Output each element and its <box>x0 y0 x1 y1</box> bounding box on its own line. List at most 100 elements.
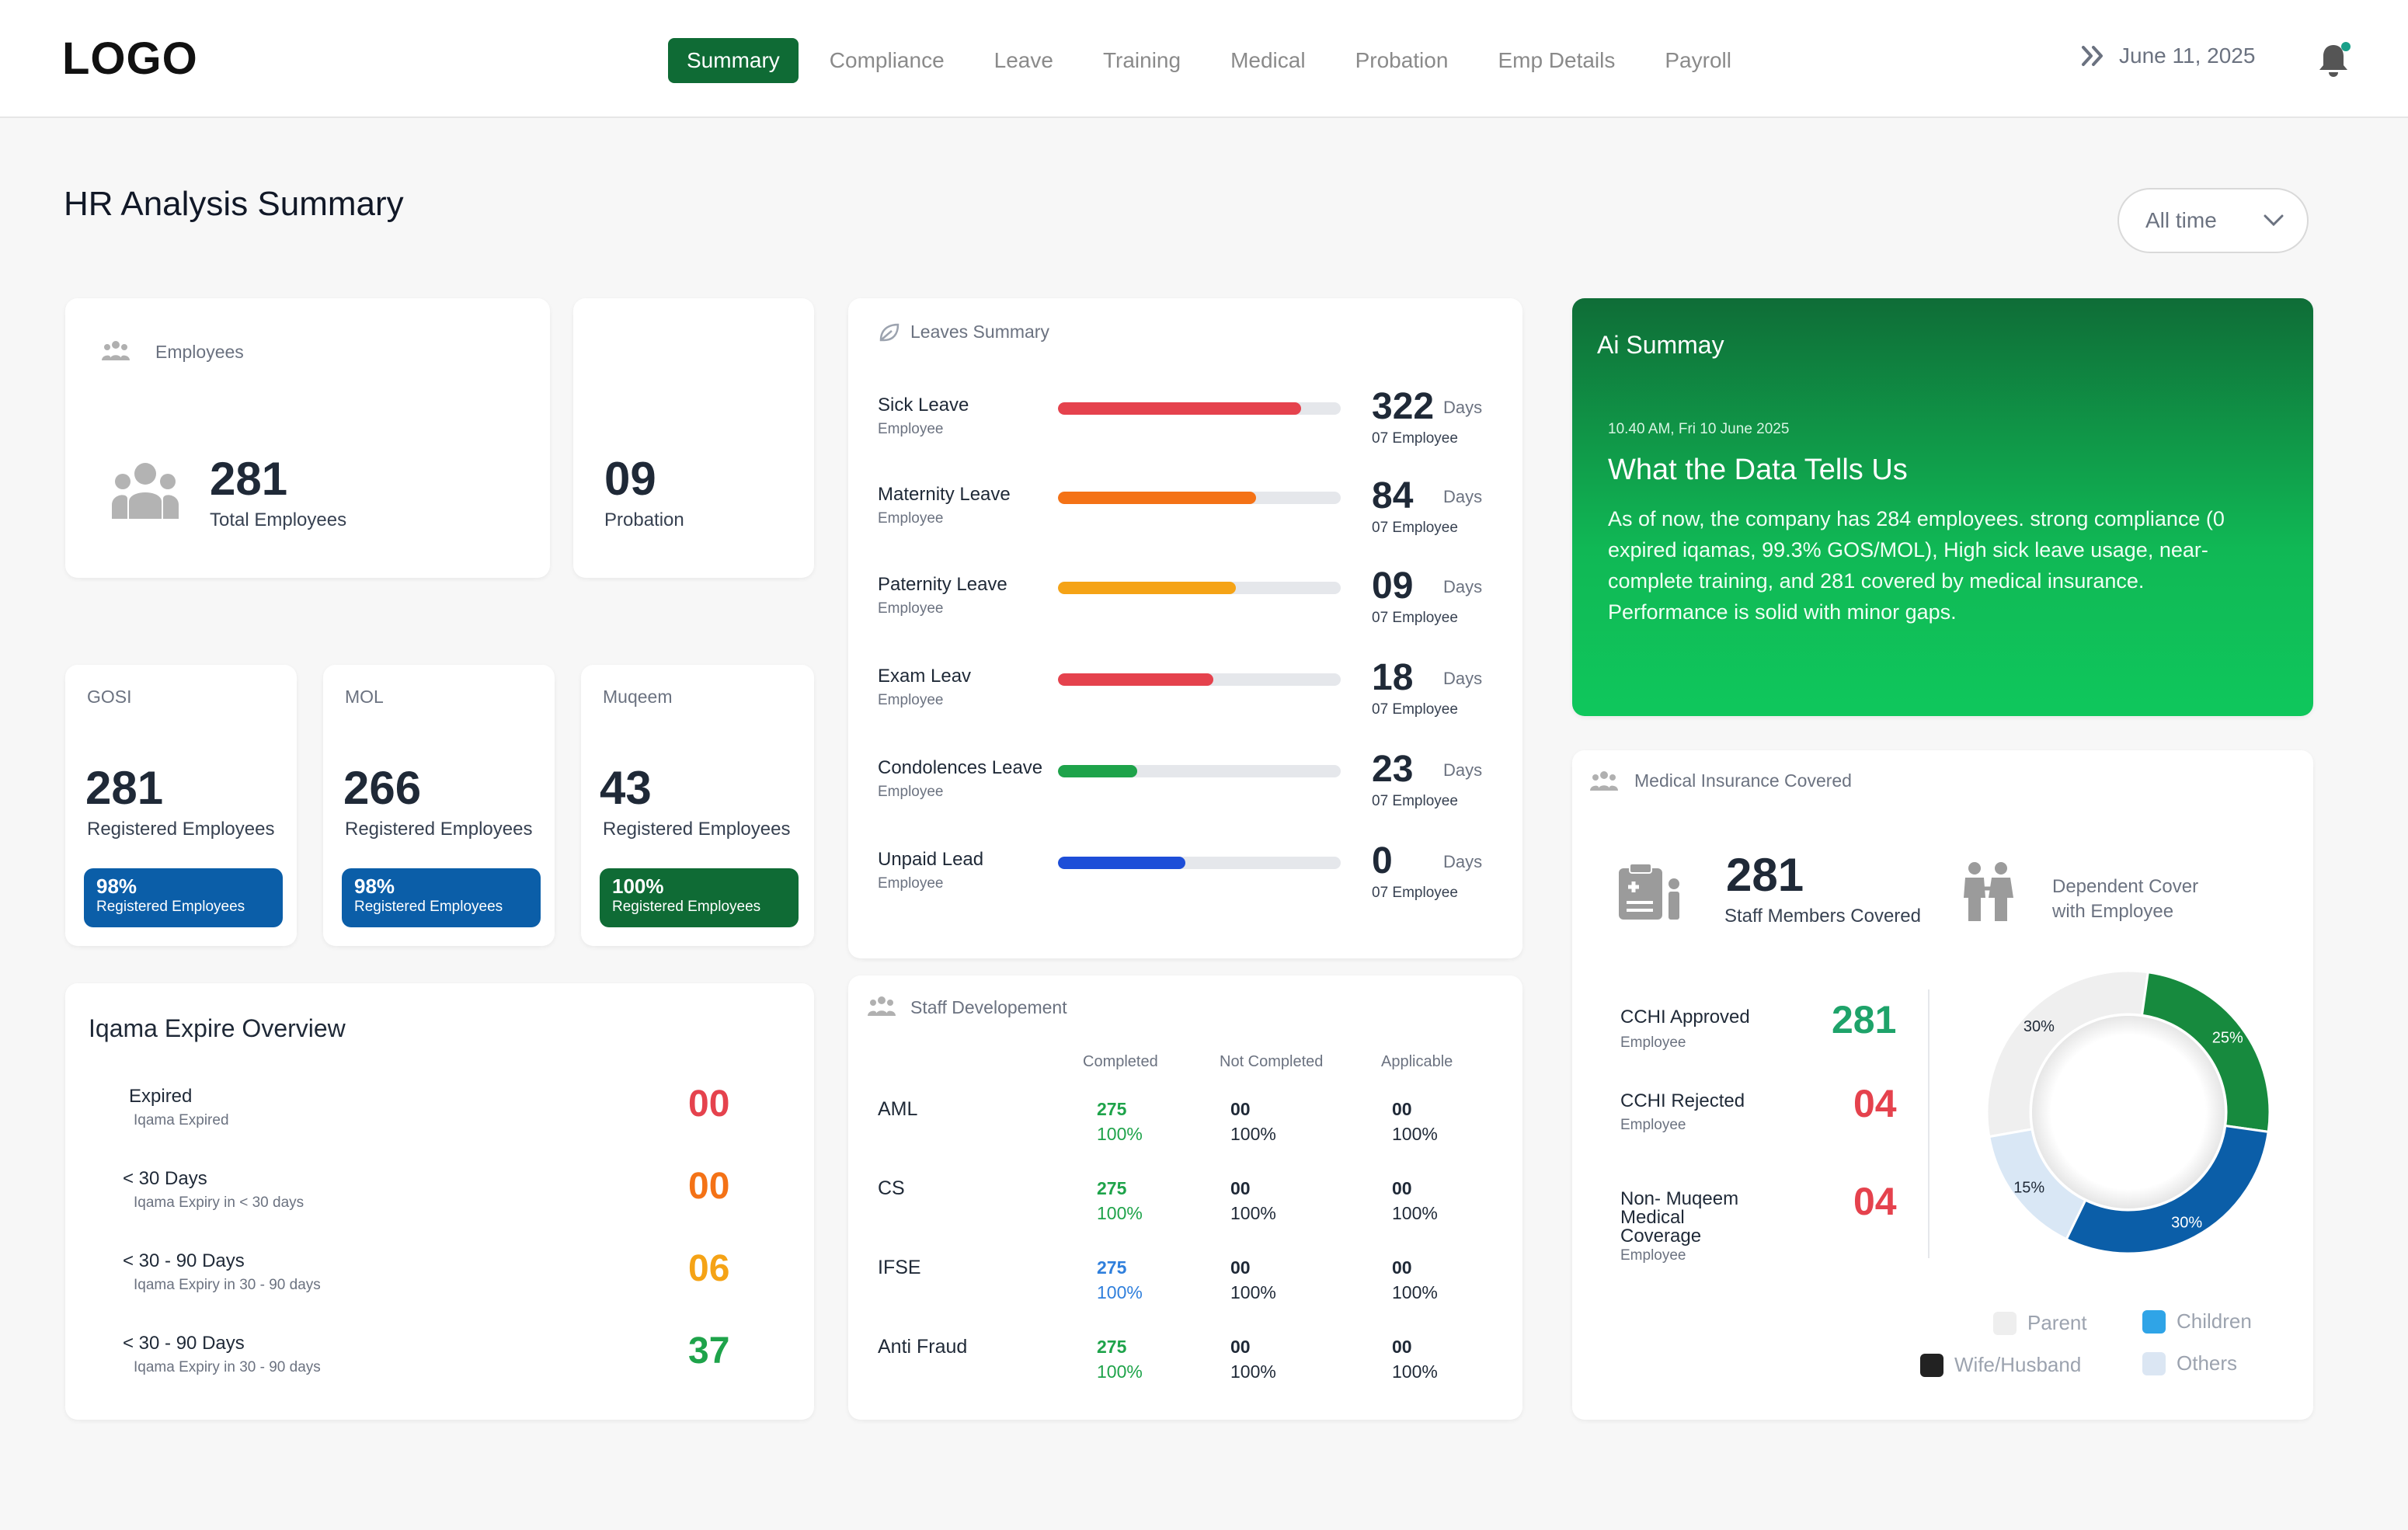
completed-pct: 100% <box>1097 1282 1143 1302</box>
leave-days-value: 23 <box>1372 749 1414 790</box>
main-nav: Summary Compliance Leave Training Medica… <box>668 37 1756 84</box>
leaves-summary-card[interactable]: Leaves Summary Sick Leave Employee 322 D… <box>848 298 1522 958</box>
ai-summary-card[interactable]: Ai Summay 10.40 AM, Fri 10 June 2025 Wha… <box>1572 298 2313 716</box>
donut-slice-label-1: 25% <box>2212 1030 2243 1047</box>
leave-row-condolences[interactable]: Condolences Leave Employee 23 Days 07 Em… <box>848 749 1516 835</box>
iqama-row-sub: Iqama Expired <box>134 1112 229 1128</box>
ai-summary-title: Ai Summay <box>1597 331 1724 359</box>
training-name: Anti Fraud <box>878 1336 968 1358</box>
leave-row-sick[interactable]: Sick Leave Employee 322 Days 07 Employee <box>848 386 1516 472</box>
iqama-row-value: 00 <box>688 1166 730 1207</box>
iqama-card[interactable]: Iqama Expire Overview Expired Iqama Expi… <box>65 983 814 1420</box>
completed-count: 275 <box>1097 1337 1127 1357</box>
tab-emp-details[interactable]: Emp Details <box>1473 38 1640 83</box>
tab-payroll[interactable]: Payroll <box>1640 38 1756 83</box>
non-muqeem-value: 04 <box>1853 1180 1897 1223</box>
notification-bell-icon[interactable] <box>2316 40 2352 79</box>
applicable-count: 00 <box>1392 1257 1412 1278</box>
iqama-row-30-90-b[interactable]: < 30 - 90 Days Iqama Expiry in 30 - 90 d… <box>65 1330 811 1410</box>
medical-insurance-title: Medical Insurance Covered <box>1634 770 1852 791</box>
tab-summary[interactable]: Summary <box>668 38 799 83</box>
group-icon <box>112 463 179 519</box>
applicable-count: 00 <box>1392 1337 1412 1357</box>
leave-name: Paternity Leave <box>878 574 1007 595</box>
leave-days-value: 09 <box>1372 565 1414 607</box>
legend-swatch <box>2142 1351 2166 1375</box>
leave-row-paternity[interactable]: Paternity Leave Employee 09 Days 07 Empl… <box>848 565 1516 652</box>
staff-development-title: Staff Developement <box>910 997 1067 1017</box>
leave-name: Condolences Leave <box>878 757 1043 778</box>
applicable-cell: 00 100% <box>1392 1255 1438 1305</box>
mol-card[interactable]: MOL 266 Registered Employees 98% Registe… <box>323 665 555 946</box>
donut-slice-label-2: 30% <box>2171 1214 2202 1231</box>
double-chevron-right-icon <box>2082 46 2103 66</box>
cchi-rejected-title: CCHI Rejected <box>1620 1090 1745 1111</box>
iqama-row-30-90[interactable]: < 30 - 90 Days Iqama Expiry in 30 - 90 d… <box>65 1248 811 1328</box>
staff-development-card[interactable]: Staff Developement Completed Not Complet… <box>848 975 1522 1420</box>
leave-days-unit: Days <box>1443 669 1483 688</box>
legend-label: Parent <box>2027 1311 2087 1334</box>
leave-employee-count: 07 Employee <box>1372 885 1458 901</box>
legend-swatch <box>1920 1353 1943 1377</box>
muqeem-card[interactable]: Muqeem 43 Registered Employees 100% Regi… <box>581 665 814 946</box>
top-bar: LOGO Summary Compliance Leave Training M… <box>0 0 2408 118</box>
covered-value: 281 <box>1726 849 1804 901</box>
leave-row-exam[interactable]: Exam Leav Employee 18 Days 07 Employee <box>848 657 1516 743</box>
date-display[interactable]: June 11, 2025 <box>2080 43 2255 68</box>
leave-sub: Employee <box>878 510 944 527</box>
iqama-row-value: 06 <box>688 1248 730 1289</box>
not-completed-count: 00 <box>1230 1337 1251 1357</box>
couple-icon <box>1964 862 2013 921</box>
completed-cell: 275 100% <box>1097 1334 1143 1384</box>
not-completed-cell: 00 100% <box>1230 1097 1276 1146</box>
probation-caption: Probation <box>604 509 684 530</box>
training-name: CS <box>878 1177 905 1199</box>
legend-swatch <box>2142 1309 2166 1334</box>
gosi-card[interactable]: GOSI 281 Registered Employees 98% Regist… <box>65 665 297 946</box>
iqama-row-under-30[interactable]: < 30 Days Iqama Expiry in < 30 days 00 <box>65 1166 811 1246</box>
tab-probation[interactable]: Probation <box>1331 38 1474 83</box>
legend-item-others: Others <box>2142 1351 2237 1375</box>
mol-badge-caption: Registered Employees <box>354 899 503 915</box>
tab-medical[interactable]: Medical <box>1206 38 1330 83</box>
leave-sub: Employee <box>878 875 944 892</box>
people-icon <box>102 341 130 360</box>
medical-insurance-card[interactable]: Medical Insurance Covered 281 Staff Memb… <box>1572 750 2313 1420</box>
not-completed-cell: 00 100% <box>1230 1176 1276 1226</box>
cchi-approved-value: 281 <box>1832 998 1897 1041</box>
current-date: June 11, 2025 <box>2119 43 2256 68</box>
legend-label: Children <box>2177 1309 2252 1333</box>
leave-progress-fill <box>1058 673 1214 686</box>
probation-card[interactable]: 09 Probation <box>573 298 814 578</box>
leave-days-unit: Days <box>1443 398 1483 417</box>
medical-clipboard-icon <box>1619 863 1679 920</box>
employees-card[interactable]: Employees 281 Total Employees <box>65 298 550 578</box>
leave-days-unit: Days <box>1443 487 1483 506</box>
gosi-badge-caption: Registered Employees <box>96 899 245 915</box>
ai-summary-body: As of now, the company has 284 employees… <box>1608 507 2225 624</box>
iqama-row-expired[interactable]: Expired Iqama Expired 00 <box>65 1083 811 1163</box>
covered-caption: Staff Members Covered <box>1724 906 1921 927</box>
gosi-label: GOSI <box>87 687 132 707</box>
leave-progress-bar <box>1058 673 1341 686</box>
tab-training[interactable]: Training <box>1078 38 1206 83</box>
completed-pct: 100% <box>1097 1203 1143 1223</box>
applicable-cell: 00 100% <box>1392 1334 1438 1384</box>
tab-compliance[interactable]: Compliance <box>805 38 969 83</box>
leave-row-maternity[interactable]: Maternity Leave Employee 84 Days 07 Empl… <box>848 475 1516 562</box>
leave-progress-fill <box>1058 402 1302 415</box>
iqama-row-title: < 30 - 90 Days <box>123 1250 245 1271</box>
completed-cell: 275 100% <box>1097 1255 1143 1305</box>
non-muqeem-sub: Employee <box>1620 1247 1686 1264</box>
tab-leave[interactable]: Leave <box>969 38 1078 83</box>
applicable-pct: 100% <box>1392 1124 1438 1144</box>
not-completed-count: 00 <box>1230 1099 1251 1119</box>
completed-pct: 100% <box>1097 1361 1143 1382</box>
not-completed-count: 00 <box>1230 1257 1251 1278</box>
legend-item-wife-husband: Wife/Husband <box>1920 1353 2081 1377</box>
leave-row-unpaid[interactable]: Unpaid Lead Employee 0 Days 07 Employee <box>848 840 1516 927</box>
time-filter-dropdown[interactable]: All time <box>2117 188 2309 253</box>
cchi-rejected-value: 04 <box>1853 1082 1897 1125</box>
logo[interactable]: LOGO <box>62 33 198 85</box>
iqama-row-title: < 30 Days <box>123 1168 207 1189</box>
